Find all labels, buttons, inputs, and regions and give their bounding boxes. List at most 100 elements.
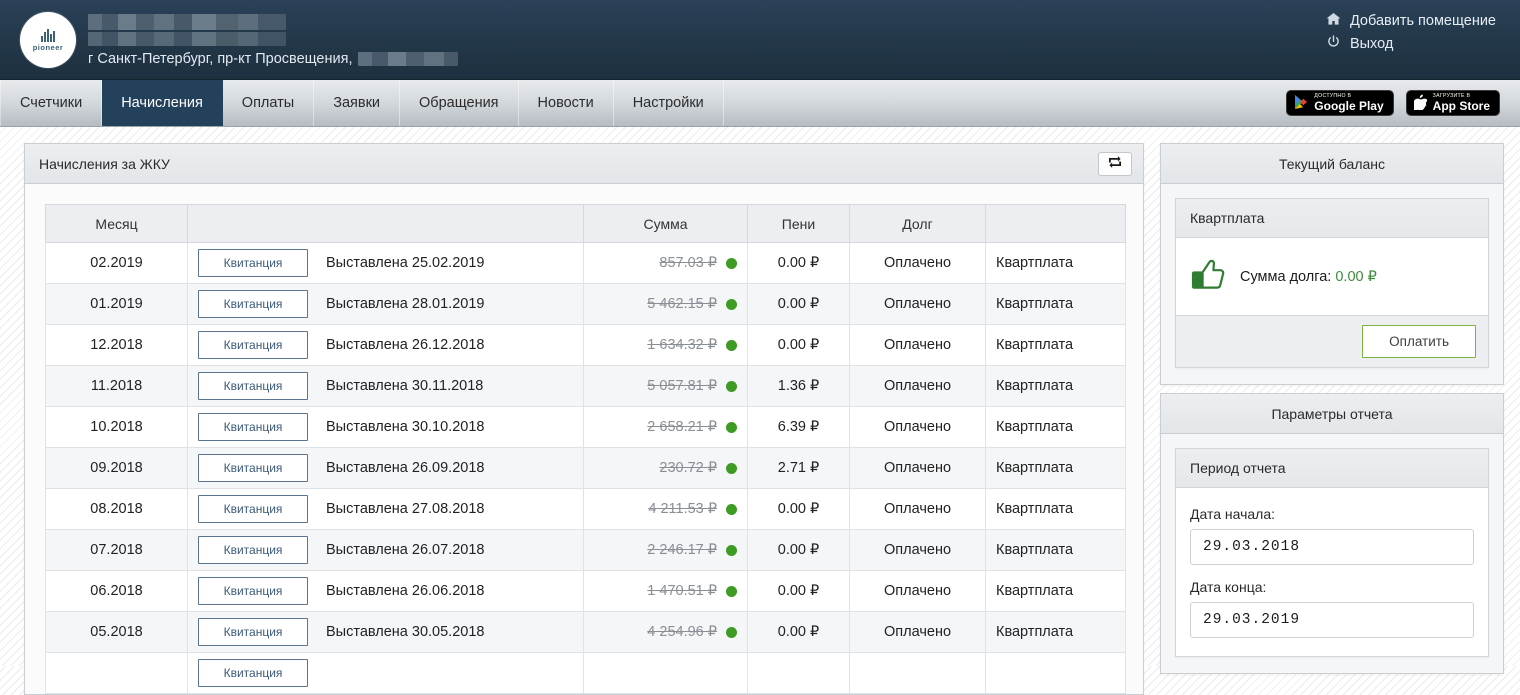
charges-table-head: Месяц Сумма Пени Долг [45,204,1126,243]
cell-receipt: Квитанция Выставлена 26.12.2018 [187,324,584,366]
sum-value: 5 462.15 ₽ [647,296,717,312]
col-receipt [187,204,584,243]
tab-schetchiki[interactable]: Счетчики [0,80,103,126]
cell-sum: 4 211.53 ₽ [583,488,748,530]
table-row: 08.2018 Квитанция Выставлена 27.08.2018 4 2… [45,488,1126,530]
receipt-cell: Квитанция Выставлена 26.06.2018 [198,577,573,605]
cell-penalty: 0.00 ₽ [747,283,850,325]
sum-cell: 857.03 ₽ [594,255,737,271]
sum-value: 230.72 ₽ [659,460,717,476]
cell-sum: 230.72 ₽ [583,447,748,489]
badge-big-label: App Store [1432,99,1490,114]
tab-label: Настройки [632,95,704,111]
start-date-input[interactable] [1190,529,1474,565]
cell-charge-type: Квартплата [985,611,1126,653]
power-icon [1326,35,1341,53]
col-sum: Сумма [583,204,748,243]
sidebar-column: Текущий баланс Квартплата Сумма долга: 0… [1160,143,1504,674]
issued-date-label: Выставлена 30.05.2018 [326,624,485,640]
logo-circle: pioneer [20,12,76,68]
main-column: Начисления за ЖКУ Месяц Сумма Пени Долг … [24,143,1144,695]
logout-link[interactable]: Выход [1326,35,1393,53]
report-params-body: Период отчета Дата начала: Дата конца: [1161,434,1503,673]
cell-receipt: Квитанция Выставлена 26.06.2018 [187,570,584,612]
kvartplata-card-title: Квартплата [1176,199,1488,238]
tab-obrashcheniya[interactable]: Обращения [400,80,519,126]
charges-panel-header: Начисления за ЖКУ [25,144,1143,184]
cell-charge-type: Квартплата [985,242,1126,284]
status-dot-icon [726,503,737,515]
receipt-button[interactable]: Квитанция [198,536,308,564]
tab-nachisleniya[interactable]: Начисления [102,80,223,126]
sum-cell: 1 470.51 ₽ [594,583,737,599]
cell-penalty: 0.00 ₽ [747,570,850,612]
receipt-button[interactable]: Квитанция [198,372,308,400]
tab-label: Начисления [121,95,203,111]
end-date-input[interactable] [1190,602,1474,638]
receipt-cell: Квитанция Выставлена 30.05.2018 [198,618,573,646]
cell-receipt: Квитанция Выставлена 26.09.2018 [187,447,584,489]
tab-oplaty[interactable]: Оплаты [223,80,315,126]
issued-date-label: Выставлена 26.09.2018 [326,460,485,476]
logo[interactable]: pioneer [20,12,76,68]
cell-charge-type: Квартплата [985,570,1126,612]
sum-cell: 5 057.81 ₽ [594,378,737,394]
cell-debt-status: Оплачено [849,365,986,407]
status-dot-icon [726,421,737,433]
report-period-card: Период отчета Дата начала: Дата конца: [1175,448,1489,657]
refresh-button[interactable] [1098,151,1132,176]
receipt-cell: Квитанция Выставлена 26.07.2018 [198,536,573,564]
tab-novosti[interactable]: Новости [519,80,614,126]
cell-penalty [747,652,850,694]
cell-charge-type: Квартплата [985,488,1126,530]
app-store-badge[interactable]: Загрузите в App Store [1405,90,1500,116]
app-store-text: Загрузите в App Store [1432,93,1490,114]
cell-debt-status: Оплачено [849,324,986,366]
cell-receipt: Квитанция Выставлена 30.05.2018 [187,611,584,653]
tab-nastroyki[interactable]: Настройки [614,80,724,126]
receipt-button[interactable]: Квитанция [198,413,308,441]
receipt-button[interactable]: Квитанция [198,577,308,605]
receipt-cell: Квитанция Выставлена 26.12.2018 [198,331,573,359]
receipt-cell: Квитанция Выставлена 27.08.2018 [198,495,573,523]
status-dot-icon [726,257,737,269]
google-play-icon [1294,94,1308,113]
cell-month: 02.2019 [45,242,188,284]
google-play-badge[interactable]: Доступно в Google Play [1286,90,1394,116]
receipt-button[interactable]: Квитанция [198,454,308,482]
tab-label: Заявки [333,95,381,111]
header-links: Добавить помещение Выход [1326,12,1496,53]
col-debt: Долг [849,204,986,243]
sum-value: 4 254.96 ₽ [647,624,717,640]
sum-value: 4 211.53 ₽ [648,501,717,517]
pay-button[interactable]: Оплатить [1362,325,1476,358]
page-title: Начисления за ЖКУ [39,155,170,172]
cell-debt-status: Оплачено [849,447,986,489]
sum-cell: 230.72 ₽ [594,460,737,476]
sum-cell: 5 462.15 ₽ [594,296,737,312]
redacted-block [358,52,459,66]
table-row: 02.2019 Квитанция Выставлена 25.02.2019 857… [45,242,1126,284]
redacted-block [88,14,286,30]
cell-month: 01.2019 [45,283,188,325]
page-content: Начисления за ЖКУ Месяц Сумма Пени Долг … [0,127,1520,695]
tab-label: Оплаты [241,95,295,111]
status-dot-icon [726,626,737,638]
receipt-button[interactable]: Квитанция [198,659,308,687]
charges-table: Месяц Сумма Пени Долг 02.2019 Квитанция Вы… [45,204,1126,694]
receipt-button[interactable]: Квитанция [198,290,308,318]
receipt-button[interactable]: Квитанция [198,495,308,523]
cell-receipt: Квитанция Выставлена 30.11.2018 [187,365,584,407]
table-header-row: Месяц Сумма Пени Долг [45,204,1126,243]
badge-big-label: Google Play [1314,99,1384,114]
repeat-arrows-icon [1108,155,1122,172]
cell-receipt: Квитанция Выставлена 25.02.2019 [187,242,584,284]
add-premises-link[interactable]: Добавить помещение [1326,12,1496,30]
cell-debt-status: Оплачено [849,406,986,448]
receipt-button[interactable]: Квитанция [198,249,308,277]
receipt-button[interactable]: Квитанция [198,618,308,646]
receipt-button[interactable]: Квитанция [198,331,308,359]
sum-cell: 4 254.96 ₽ [594,624,737,640]
tab-zayavki[interactable]: Заявки [314,80,401,126]
status-dot-icon [726,339,737,351]
